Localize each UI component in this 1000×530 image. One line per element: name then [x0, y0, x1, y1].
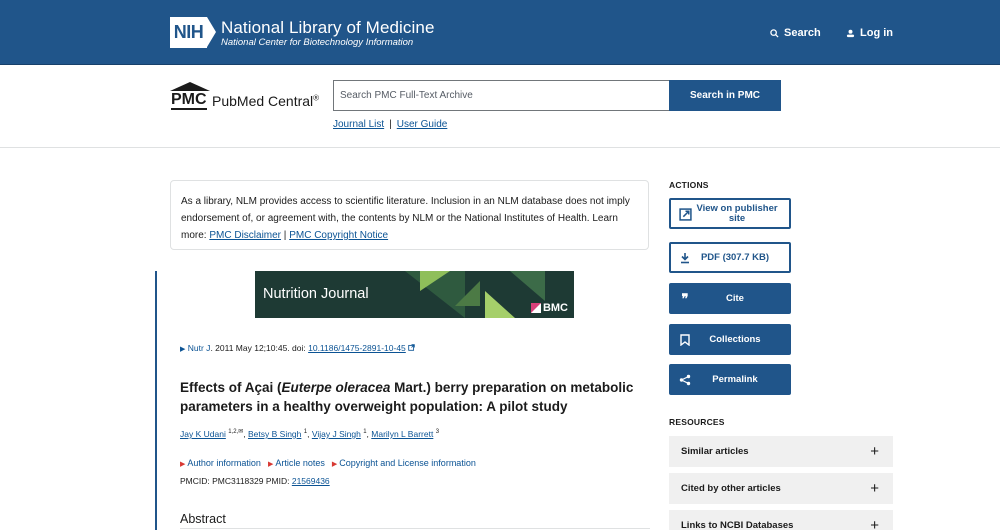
nih-logo-text: NIH [170, 17, 207, 48]
pdf-download-button[interactable]: PDF (307.7 KB) [669, 242, 791, 273]
author-link[interactable]: Marilyn L Barrett [371, 429, 433, 439]
header-divider [0, 147, 1000, 148]
user-guide-link[interactable]: User Guide [397, 119, 448, 130]
banner-decoration [510, 271, 545, 301]
abstract-heading: Abstract [180, 512, 226, 526]
pmc-logo-roof [170, 82, 210, 91]
collections-button[interactable]: Collections [669, 324, 791, 355]
author-information-toggle[interactable]: ▶ Author information [180, 458, 261, 468]
nih-logo-arrow [207, 17, 216, 47]
ncbi-links-accordion[interactable]: Links to NCBI Databases + [669, 510, 893, 530]
author-affiliation: 3 [435, 429, 440, 435]
banner-publisher-name: BMC [542, 302, 568, 314]
external-link-icon [408, 344, 415, 351]
banner-journal-name: Nutrition Journal [263, 286, 369, 302]
resources-heading: RESOURCES [669, 417, 725, 427]
top-banner: NIH National Library of Medicine Nationa… [0, 0, 1000, 65]
pmc-name-text: PubMed Central [212, 93, 314, 109]
citation-line: ▶ Nutr J. 2011 May 12;10:45. doi: 10.118… [180, 343, 415, 353]
pmc-logo-short: PMC [171, 91, 207, 110]
title-part-1: Effects of Açai ( [180, 380, 282, 395]
nih-logo[interactable]: NIH [170, 17, 216, 48]
user-icon [846, 29, 855, 37]
journal-banner[interactable]: Nutrition Journal BMC [255, 271, 574, 318]
banner-decoration [455, 281, 480, 306]
pmid-link[interactable]: 21569436 [292, 476, 330, 486]
article-accent-bar [155, 271, 157, 530]
pmc-copyright-link[interactable]: PMC Copyright Notice [289, 230, 388, 241]
caret-right-icon: ▶ [267, 461, 274, 468]
view-on-publisher-button[interactable]: View on publisher site [669, 198, 791, 229]
external-link-icon [678, 207, 692, 221]
bookmark-icon [678, 333, 692, 347]
search-icon [770, 28, 779, 38]
quote-icon: ❞ [681, 291, 689, 306]
info-link-label: Article notes [275, 458, 325, 468]
author-link[interactable]: Jay K Udani [180, 429, 226, 439]
abstract-divider [180, 528, 650, 529]
article-info-links: ▶ Author information ▶ Article notes ▶ Copy… [180, 458, 476, 468]
pmc-sub-links: Journal List | User Guide [333, 119, 447, 130]
org-subtitle: National Center for Biotechnology Inform… [221, 37, 414, 48]
author-list: Jay K Udani 1,2,✉, Betsy B Singh 1, Vija… [180, 428, 440, 439]
banner-publisher: BMC [530, 302, 568, 314]
pmc-search-input[interactable] [333, 80, 670, 111]
org-title[interactable]: National Library of Medicine [221, 18, 435, 38]
citation-details: . 2011 May 12;10:45. doi: [210, 343, 309, 353]
info-link-label: Author information [187, 458, 261, 468]
pmc-reg-mark: ® [313, 93, 320, 103]
title-species: Euterpe oleracea [281, 380, 391, 395]
doi-link[interactable]: 10.1186/1475-2891-10-45 [308, 343, 406, 353]
author-affiliation: 1 [303, 429, 308, 435]
resource-label: Cited by other articles [681, 483, 781, 494]
download-icon [678, 251, 692, 265]
cited-by-accordion[interactable]: Cited by other articles + [669, 473, 893, 504]
article-notes-toggle[interactable]: ▶ Article notes [268, 458, 325, 468]
article-title: Effects of Açai (Euterpe oleracea Mart.)… [180, 378, 650, 416]
author-link[interactable]: Vijay J Singh [312, 429, 361, 439]
author-affiliation: 1,2,✉ [228, 429, 244, 435]
banner-decoration [420, 271, 450, 291]
resource-label: Similar articles [681, 446, 749, 457]
pmc-logo-name: PubMed Central® [212, 93, 319, 109]
caret-right-icon: ▶ [180, 461, 186, 468]
sub-links-separator: | [389, 119, 392, 130]
similar-articles-accordion[interactable]: Similar articles + [669, 436, 893, 467]
permalink-button[interactable]: Permalink [669, 364, 791, 395]
actions-heading: ACTIONS [669, 180, 709, 190]
login-button[interactable]: Log in [846, 27, 893, 39]
info-link-label: Copyright and License information [339, 458, 476, 468]
disclaimer-box: As a library, NLM provides access to sci… [170, 180, 649, 250]
resource-label: Links to NCBI Databases [681, 520, 794, 530]
article-identifiers: PMCID: PMC3118329 PMID: 21569436 [180, 476, 330, 486]
pmcid-label: PMCID: PMC3118329 [180, 476, 264, 486]
journal-abbrev-link[interactable]: Nutr J [188, 343, 211, 353]
caret-right-icon: ▶ [331, 461, 338, 468]
header-search-button[interactable]: Search [770, 27, 821, 39]
disclaimer-separator: | [283, 230, 287, 241]
caret-right-icon: ▶ [180, 346, 186, 353]
plus-icon: + [870, 443, 879, 460]
pmc-disclaimer-link[interactable]: PMC Disclaimer [209, 230, 281, 241]
author-affiliation: 1 [363, 429, 367, 435]
login-label: Log in [860, 27, 893, 39]
journal-list-link[interactable]: Journal List [333, 119, 384, 130]
copyright-info-toggle[interactable]: ▶ Copyright and License information [332, 458, 476, 468]
author-link[interactable]: Betsy B Singh [248, 429, 301, 439]
pmid-label: PMID: [265, 476, 290, 486]
search-in-pmc-button[interactable]: Search in PMC [669, 80, 781, 111]
share-icon [678, 373, 692, 387]
cite-button[interactable]: ❞ Cite [669, 283, 791, 314]
bmc-logo-icon [530, 303, 541, 313]
plus-icon: + [870, 480, 879, 497]
plus-icon: + [870, 517, 879, 530]
disclaimer-text: As a library, NLM provides access to sci… [181, 196, 630, 224]
header-search-label: Search [784, 27, 821, 39]
pmc-logo[interactable]: PMC PubMed Central® [170, 82, 330, 112]
